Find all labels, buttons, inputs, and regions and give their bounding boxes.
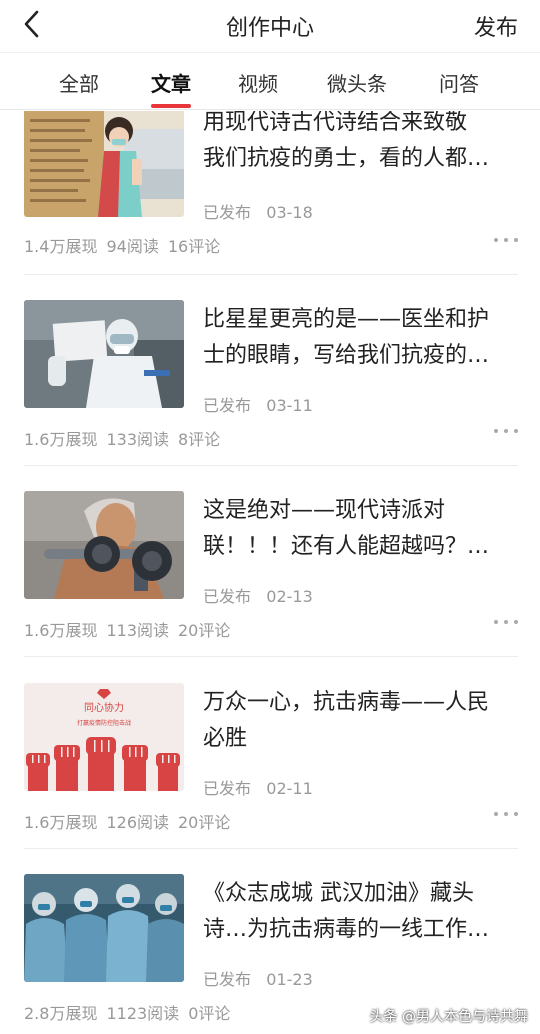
publish-status: 已发布 03-11 xyxy=(203,392,313,416)
divider xyxy=(24,656,518,657)
publish-status: 已发布 02-13 xyxy=(203,583,313,607)
article-title[interactable]: 《众志成城 武汉加油》藏头 诗…为抗击病毒的一线工作… xyxy=(203,876,518,948)
tab-bar: 全部 文章 视频 微头条 问答 xyxy=(0,52,540,110)
divider xyxy=(24,274,518,275)
more-options-icon[interactable] xyxy=(494,807,518,821)
reads-count: 94阅读 xyxy=(106,237,159,256)
publish-status: 已发布 01-23 xyxy=(203,966,313,990)
article-thumbnail[interactable] xyxy=(24,111,184,217)
title-line: 比星星更亮的是——医坐和护 xyxy=(203,307,490,332)
comments-count: 20评论 xyxy=(178,621,231,640)
status-text: 已发布 xyxy=(203,396,252,415)
title-line: 万众一心，抗击病毒——人民 xyxy=(203,690,490,715)
top-nav-bar: 创作中心 发布 xyxy=(0,0,540,52)
reads-count: 113阅读 xyxy=(106,621,169,640)
poster-subtitle: 打赢疫情防控阻击战 xyxy=(77,719,131,727)
publish-date: 03-18 xyxy=(266,203,313,222)
publish-status: 已发布 03-18 xyxy=(203,199,313,223)
reads-count: 133阅读 xyxy=(106,430,169,449)
article-title[interactable]: 用现代诗古代诗结合来致敬 我们抗疫的勇士，看的人都… xyxy=(203,111,518,177)
tab-all[interactable]: 全部 xyxy=(59,68,99,97)
watermark: 头条 @男人本色与诗共舞 xyxy=(369,1009,528,1025)
title-line: 士的眼睛，写给我们抗疫的… xyxy=(203,343,490,368)
title-line: 必胜 xyxy=(203,726,248,751)
publish-date: 02-11 xyxy=(266,779,313,798)
status-text: 已发布 xyxy=(203,970,252,989)
publish-date: 02-13 xyxy=(266,587,313,606)
article-title[interactable]: 万众一心，抗击病毒——人民 必胜 xyxy=(203,685,518,757)
title-line: 诗…为抗击病毒的一线工作… xyxy=(203,917,490,942)
publish-date: 03-11 xyxy=(266,396,313,415)
title-line: 《众志成城 武汉加油》藏头 xyxy=(203,881,474,906)
title-line: 我们抗疫的勇士，看的人都… xyxy=(203,146,490,171)
publish-status: 已发布 02-11 xyxy=(203,775,313,799)
publish-button[interactable]: 发布 xyxy=(474,10,518,42)
tab-videos[interactable]: 视频 xyxy=(238,68,278,97)
status-text: 已发布 xyxy=(203,587,252,606)
impressions-count: 2.8万展现 xyxy=(24,1004,98,1023)
more-options-icon[interactable] xyxy=(494,424,518,438)
article-title[interactable]: 比星星更亮的是——医坐和护 士的眼睛，写给我们抗疫的… xyxy=(203,302,518,374)
list-item[interactable]: 这是绝对——现代诗派对 联！！！还有人能超越吗？… 已发布 02-13 1.6万… xyxy=(0,491,540,682)
article-thumbnail[interactable]: 同心协力 打赢疫情防控阻击战 xyxy=(24,683,184,791)
poster-headline: 同心协力 xyxy=(84,701,124,714)
divider xyxy=(24,848,518,849)
article-stats: 1.6万展现 126阅读 20评论 xyxy=(24,809,239,833)
title-line: 用现代诗古代诗结合来致敬 xyxy=(203,111,468,135)
list-item[interactable]: 比星星更亮的是——医坐和护 士的眼睛，写给我们抗疫的… 已发布 03-11 1.… xyxy=(0,300,540,491)
article-thumbnail[interactable] xyxy=(24,300,184,408)
comments-count: 0评论 xyxy=(188,1004,231,1023)
impressions-count: 1.6万展现 xyxy=(24,813,98,832)
more-options-icon[interactable] xyxy=(494,615,518,629)
article-thumbnail[interactable] xyxy=(24,874,184,982)
comments-count: 16评论 xyxy=(167,237,221,256)
status-text: 已发布 xyxy=(203,779,252,798)
status-text: 已发布 xyxy=(203,203,252,222)
active-tab-indicator xyxy=(151,104,191,108)
page-title: 创作中心 xyxy=(225,16,314,41)
article-title[interactable]: 这是绝对——现代诗派对 联！！！还有人能超越吗？… xyxy=(203,493,518,565)
more-options-icon[interactable] xyxy=(494,233,518,247)
title-line: 这是绝对——现代诗派对 xyxy=(203,498,446,523)
impressions-count: 1.6万展现 xyxy=(24,430,98,449)
reads-count: 126阅读 xyxy=(106,813,169,832)
publish-date: 01-23 xyxy=(266,970,313,989)
article-list[interactable]: 用现代诗古代诗结合来致敬 我们抗疫的勇士，看的人都… 已发布 03-18 1.4… xyxy=(0,111,540,1034)
tab-micro-posts[interactable]: 微头条 xyxy=(327,68,387,97)
divider xyxy=(24,465,518,466)
impressions-count: 1.6万展现 xyxy=(24,621,98,640)
article-stats: 1.6万展现 133阅读 8评论 xyxy=(24,426,229,450)
title-line: 联！！！还有人能超越吗？… xyxy=(203,534,490,559)
tab-qa[interactable]: 问答 xyxy=(439,68,479,97)
impressions-count: 1.4万展现 xyxy=(24,237,98,256)
list-item[interactable]: 同心协力 打赢疫情防控阻击战 万众一心，抗击病毒——人民 必胜 已发布 02-1… xyxy=(0,683,540,874)
reads-count: 1123阅读 xyxy=(106,1004,180,1023)
article-stats: 1.6万展现 113阅读 20评论 xyxy=(24,617,239,641)
article-thumbnail[interactable] xyxy=(24,491,184,599)
tab-articles[interactable]: 文章 xyxy=(151,68,191,97)
article-stats: 2.8万展现 1123阅读 0评论 xyxy=(24,1000,239,1024)
list-item[interactable]: 用现代诗古代诗结合来致敬 我们抗疫的勇士，看的人都… 已发布 03-18 1.4… xyxy=(0,111,540,300)
comments-count: 20评论 xyxy=(178,813,231,832)
comments-count: 8评论 xyxy=(178,430,221,449)
article-stats: 1.4万展现 94阅读 16评论 xyxy=(24,233,229,257)
